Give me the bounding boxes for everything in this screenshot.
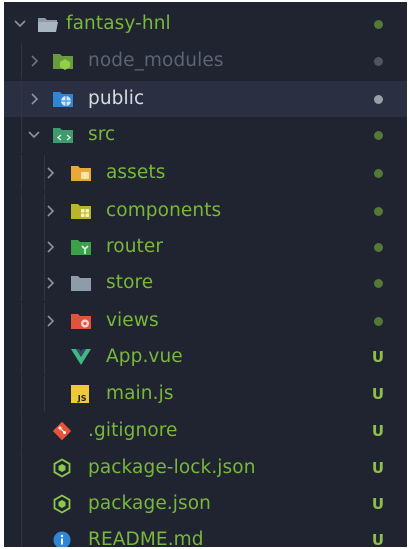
chevron-right-icon[interactable] [26,53,42,69]
tree-item-readme-md[interactable]: README.md U [4,522,407,547]
indent-guide [21,486,22,522]
tree-item-package-lock-json[interactable]: package-lock.json U [4,450,407,486]
tree-item-assets[interactable]: assets [4,155,407,191]
untracked-status: U [371,495,385,513]
tree-item-fantasy-hnl[interactable]: fantasy-hnl [4,6,407,42]
indent-guide [21,376,22,412]
indent-guide [21,43,22,79]
nodejs-icon [53,494,71,514]
tree-item-main-js[interactable]: JS main.js U [4,376,407,412]
assets-folder-icon [71,166,91,181]
tree-item-components[interactable]: components [4,193,407,229]
tree-item-label: components [106,200,222,221]
indent-guide [21,339,22,375]
tree-item-label: App.vue [106,346,183,367]
tree-item-label: views [106,310,159,331]
indent-guide [21,450,22,486]
indent-guide [21,522,22,547]
indent-guide [21,229,22,265]
info-icon [53,531,71,547]
status-dot [374,317,383,326]
nodejs-icon [53,458,71,478]
indent-guide [21,155,22,191]
tree-item-label: fantasy-hnl [66,13,171,34]
tree-item-label: node_modules [88,50,224,71]
tree-item-public[interactable]: public [4,81,407,117]
tree-item-label: README.md [88,529,204,547]
status-dot [374,207,383,216]
untracked-status: U [371,385,385,403]
untracked-status: U [371,422,385,440]
chevron-right-icon[interactable] [42,275,58,291]
node-folder-icon [53,54,73,70]
javascript-icon: JS [71,385,89,403]
tree-item-label: store [106,272,154,293]
file-explorer: fantasy-hnl node_modules public src asse… [4,2,407,547]
tree-item-label: .gitignore [88,420,178,441]
tree-item-label: package.json [88,493,212,514]
chevron-right-icon[interactable] [26,91,42,107]
chevron-right-icon[interactable] [42,239,58,255]
indent-guide [21,303,22,339]
tree-item-package-json[interactable]: package.json U [4,486,407,522]
untracked-status: U [371,459,385,477]
chevron-right-icon[interactable] [42,313,58,329]
svg-text:JS: JS [77,394,87,403]
chevron-right-icon[interactable] [42,165,58,181]
status-dot [374,20,383,29]
chevron-right-icon[interactable] [42,203,58,219]
status-dot [374,279,383,288]
untracked-status: U [371,348,385,366]
tree-item-store[interactable]: store [4,265,407,301]
tree-item-label: router [106,236,164,257]
indent-guide [44,376,45,412]
router-folder-icon [71,240,91,255]
tree-item-gitignore[interactable]: .gitignore U [4,413,407,449]
indent-guide [21,117,22,153]
chevron-down-icon[interactable] [12,16,28,32]
status-dot [374,243,383,252]
tree-item-label: src [88,124,116,145]
tree-item-node-modules[interactable]: node_modules [4,43,407,79]
tree-item-router[interactable]: router [4,229,407,265]
indent-guide [21,193,22,229]
status-dot [374,169,383,178]
indent-guide [21,265,22,301]
indent-guide [21,81,22,117]
tree-item-app-vue[interactable]: App.vue U [4,339,407,375]
indent-guide [21,413,22,449]
src-folder-icon [53,128,73,143]
views-folder-icon [71,314,91,329]
tree-item-label: assets [106,162,166,183]
untracked-status: U [371,531,385,547]
store-folder-icon [71,276,91,291]
tree-item-label: public [88,88,145,109]
status-dot [374,95,383,104]
status-dot [374,131,383,140]
tree-item-views[interactable]: views [4,303,407,339]
folder-open-icon [38,18,58,32]
components-folder-icon [71,204,91,219]
chevron-down-icon[interactable] [26,127,42,143]
tree-item-src[interactable]: src [4,117,407,153]
indent-guide [44,339,45,375]
status-dot [374,57,383,66]
public-folder-icon [53,92,73,107]
vue-icon [71,349,91,365]
tree-item-label: package-lock.json [88,457,256,478]
git-icon [52,421,72,441]
tree-item-label: main.js [106,383,174,404]
